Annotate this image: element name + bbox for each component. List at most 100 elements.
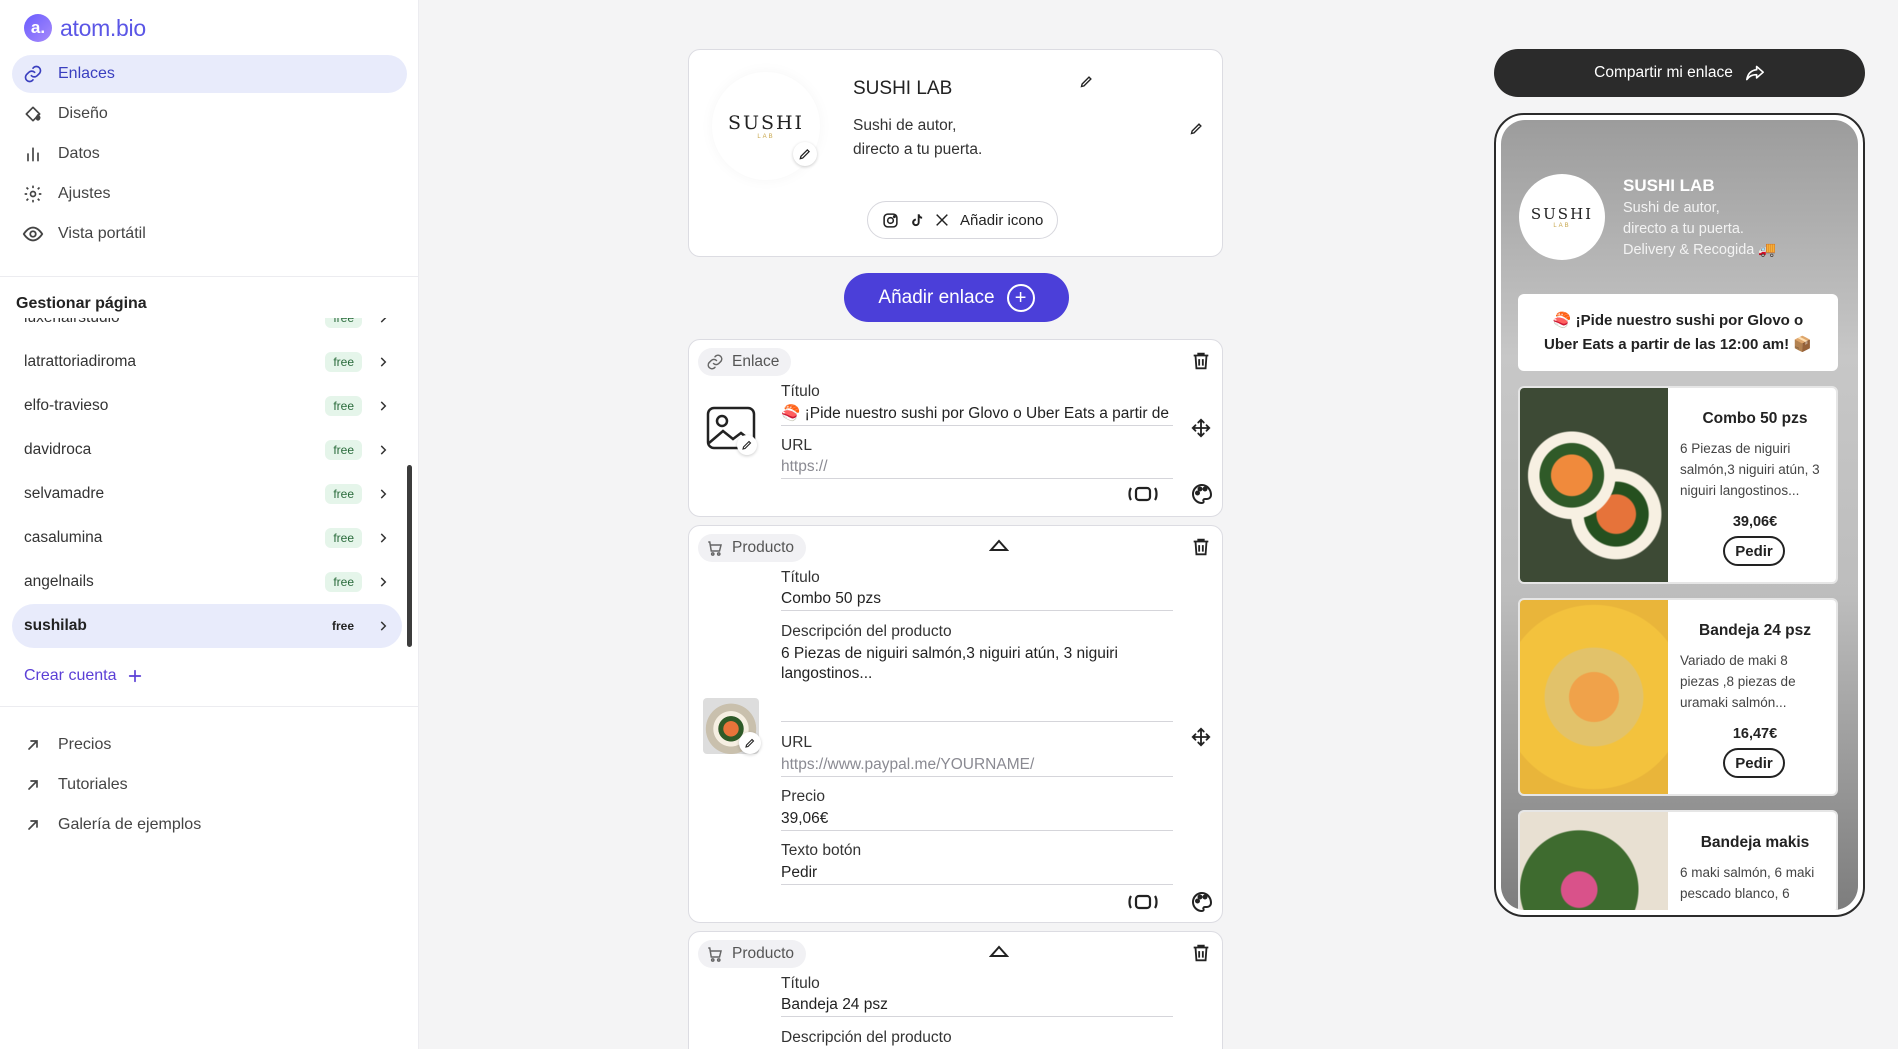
preview-product-card[interactable]: Bandeja 24 psz Variado de maki 8 piezas … [1518,598,1838,796]
palette-icon[interactable] [1190,482,1214,506]
divider [0,276,419,277]
title-input[interactable]: Combo 50 pzs [781,590,1173,611]
edit-bio-button[interactable] [1185,117,1207,139]
plan-badge: free [325,440,362,460]
edit-name-button[interactable] [1075,70,1097,92]
preview-link-banner[interactable]: 🍣 ¡Pide nuestro sushi por Glovo o Uber E… [1518,294,1838,371]
button-text-input[interactable]: Pedir [781,864,1173,885]
page-row[interactable]: angelnails free [12,560,402,604]
cart-icon [708,541,722,556]
palette-icon[interactable] [1190,890,1214,914]
product-description: 6 Piezas de niguiri salmón,3 niguiri atú… [1680,441,1820,498]
description-textarea[interactable]: 6 Piezas de niguiri salmón,3 niguiri atú… [781,644,1173,722]
title-input[interactable]: Bandeja 24 psz [781,996,1173,1017]
bottom-nav: Precios Tutoriales Galería de ejemplos [12,726,407,846]
preview-avatar: SUSHI LAB [1519,174,1605,260]
nav-item-datos[interactable]: Datos [12,135,407,173]
product-card: Producto Título Combo 50 pzs Descripción… [688,525,1223,923]
add-social-icon-button[interactable]: Añadir icono [867,201,1059,239]
add-link-button[interactable]: Añadir enlace + [844,273,1069,322]
page-name: casalumina [24,529,103,546]
preview-product-card[interactable]: Combo 50 pzs 6 Piezas de niguiri salmón,… [1518,386,1838,584]
chevron-right-icon [380,533,387,543]
product-image[interactable] [703,698,761,754]
nav-label: Ajustes [58,185,111,202]
upload-image-button[interactable] [705,405,757,457]
page-name: angelnails [24,573,94,590]
price-input[interactable]: 39,06€ [781,810,1173,831]
nav-item-ajustes[interactable]: Ajustes [12,175,407,213]
nav-label: Galería de ejemplos [58,816,202,833]
nav-item-vista-portatil[interactable]: Vista portátil [12,215,407,253]
product-description: Variado de maki 8 piezas ,8 piezas de ur… [1680,653,1796,710]
delete-button[interactable] [1188,940,1214,966]
drag-handle[interactable] [1188,415,1214,441]
bio-line: directo a tu puerta. [1623,221,1744,237]
create-account-label: Crear cuenta [24,667,117,684]
chevron-right-icon [380,489,387,499]
preview-screen[interactable]: SUSHI LAB SUSHI LAB Sushi de autor, dire… [1501,120,1858,910]
page-row[interactable]: selvamadre free [12,472,402,516]
chevron-right-icon [380,401,387,411]
chip-label: Enlace [732,353,780,370]
chevron-right-icon [380,621,387,631]
bar-chart-icon [22,143,44,165]
delete-button[interactable] [1188,534,1214,560]
delete-button[interactable] [1188,348,1214,374]
plan-badge: free [325,484,362,504]
edit-image-button[interactable] [739,732,761,754]
animation-icon[interactable] [1126,484,1160,504]
order-button[interactable]: Pedir [1723,536,1785,566]
description-label: Descripción del producto [781,1029,952,1046]
page-row[interactable]: davidroca free [12,428,402,472]
bio-line: Sushi de autor, [853,117,957,134]
create-account-link[interactable]: Crear cuenta [24,667,143,685]
animation-icon[interactable] [1126,892,1160,912]
plan-badge: free [325,352,362,372]
nav-item-tutoriales[interactable]: Tutoriales [12,766,407,804]
collapse-chevron-icon[interactable] [989,944,1009,958]
trash-icon [1193,352,1209,370]
link-icon [22,63,44,85]
pages-scrollbar[interactable] [407,465,412,647]
page-name: latrattoriadiroma [24,353,136,370]
link-card: Enlace Título 🍣 ¡Pide nuestro sushi por … [688,339,1223,517]
page-name: selvamadre [24,485,105,502]
tiktok-icon [912,213,923,226]
nav-item-diseno[interactable]: Diseño [12,95,407,133]
title-label: Título [781,569,820,586]
nav-item-enlaces[interactable]: Enlaces [12,55,407,93]
title-label: Título [781,383,820,400]
chevron-right-icon [380,318,387,323]
page-row[interactable]: casalumina free [12,516,402,560]
product-price: 16,47€ [1732,726,1778,742]
nav-item-galeria[interactable]: Galería de ejemplos [12,806,407,844]
drag-handle[interactable] [1188,724,1214,750]
plan-badge: free [331,619,354,633]
product-image [1520,812,1668,910]
brand-logo[interactable]: a. atom.bio [24,14,146,42]
profile-bio: Sushi de autor, directo a tu puerta. [853,114,1103,162]
order-button[interactable]: Pedir [1723,748,1785,778]
page-row[interactable]: luxehairstudio free [12,318,402,340]
nav-item-precios[interactable]: Precios [12,726,407,764]
url-label: URL [781,734,813,751]
edit-avatar-button[interactable] [793,142,817,166]
page-name: sushilab [24,617,87,634]
share-link-button[interactable]: Compartir mi enlace [1494,49,1865,97]
plan-badge: free [325,318,362,328]
bio-line: Delivery & Recogida 🚚 [1623,242,1777,258]
edit-image-button[interactable] [737,435,757,455]
url-input[interactable]: https://www.paypal.me/YOURNAME/ [781,756,1173,777]
title-input[interactable]: 🍣 ¡Pide nuestro sushi por Glovo o Uber E… [781,404,1173,426]
chip-label: Producto [732,945,795,962]
paint-bucket-icon [22,103,44,125]
page-row-active[interactable]: sushilab free [12,604,402,648]
collapse-chevron-icon[interactable] [989,538,1009,552]
preview-product-card[interactable]: Bandeja makis 6 maki salmón, 6 maki pesc… [1518,810,1838,910]
nav-label: Enlaces [58,65,115,82]
page-row[interactable]: latrattoriadiroma free [12,340,402,384]
url-input[interactable]: https:// [781,458,1173,479]
product-title: Combo 50 pzs [1702,410,1808,427]
page-row[interactable]: elfo-travieso free [12,384,402,428]
